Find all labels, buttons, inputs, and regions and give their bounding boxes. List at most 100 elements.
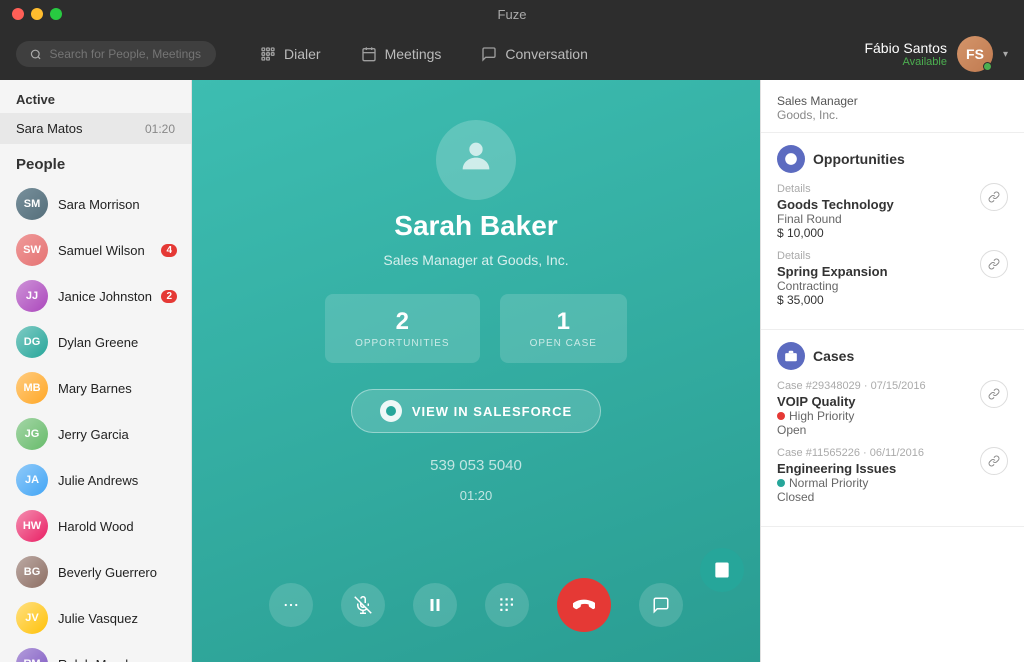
active-call-item[interactable]: Sara Matos 01:20 [0,113,191,144]
person-name: Beverly Guerrero [58,565,157,580]
opportunity-label: Details [777,183,1008,195]
user-area: Fábio Santos Available FS ▾ [864,36,1008,72]
person-item[interactable]: JJ Janice Johnston 2 [0,273,191,319]
nav-bar: Dialer Meetings Conversation Fábio Santo… [0,28,1024,80]
active-call-name: Sara Matos [16,121,82,136]
active-call-time: 01:20 [145,122,175,136]
chat-button[interactable] [639,583,683,627]
opportunities-section-header: Opportunities [777,145,1008,173]
person-item[interactable]: SW Samuel Wilson 4 [0,227,191,273]
person-item[interactable]: BG Beverly Guerrero [0,549,191,595]
opportunity-stage: Final Round [777,212,1008,226]
person-item[interactable]: DG Dylan Greene [0,319,191,365]
opportunities-section: Opportunities Details Goods Technology F… [761,133,1024,330]
call-controls [212,578,740,642]
person-avatar: JG [16,418,48,450]
case-id: Case #29348029 · 07/15/2016 [777,380,1008,392]
user-avatar-container[interactable]: FS [957,36,993,72]
call-timer: 01:20 [460,488,493,503]
case-link-button[interactable] [980,447,1008,475]
opportunity-value: $ 35,000 [777,293,1008,307]
priority-dot [777,412,785,420]
call-contact-name: Sarah Baker [394,210,557,242]
dialer-icon [260,46,276,62]
opportunities-title: Opportunities [813,151,905,167]
person-avatar: JA [16,464,48,496]
end-call-button[interactable] [557,578,611,632]
call-contact-info: Sarah Baker Sales Manager at Goods, Inc.… [325,120,627,503]
case-link-button[interactable] [980,380,1008,408]
cases-title: Cases [813,348,854,364]
close-button[interactable] [12,8,24,20]
person-name: Mary Barnes [58,381,132,396]
person-item[interactable]: JG Jerry Garcia [0,411,191,457]
case-name: VOIP Quality [777,394,1008,409]
open-case-label: OPEN CASE [530,338,597,349]
cases-list: Case #29348029 · 07/15/2016 VOIP Quality… [777,380,1008,504]
more-options-button[interactable] [269,583,313,627]
person-item[interactable]: MB Mary Barnes [0,365,191,411]
person-name: Samuel Wilson [58,243,145,258]
conversation-label: Conversation [505,46,588,62]
mute-button[interactable] [341,583,385,627]
person-item[interactable]: JV Julie Vasquez [0,595,191,641]
opportunity-label: Details [777,250,1008,262]
person-item[interactable]: SM Sara Morrison [0,181,191,227]
nav-items: Dialer Meetings Conversation [240,38,864,70]
right-panel: Sales Manager Goods, Inc. Opportunities … [760,80,1024,662]
maximize-button[interactable] [50,8,62,20]
case-priority: Normal Priority [777,476,1008,490]
active-section-title: Active [0,80,191,113]
dialer-nav-item[interactable]: Dialer [240,38,341,70]
keypad-button[interactable] [485,583,529,627]
opportunity-value: $ 10,000 [777,226,1008,240]
case-name: Engineering Issues [777,461,1008,476]
app-title: Fuze [498,7,527,22]
sidebar: Active Sara Matos 01:20 People SM Sara M… [0,80,192,662]
search-input[interactable] [50,47,202,61]
person-item[interactable]: JA Julie Andrews [0,457,191,503]
person-avatar: BG [16,556,48,588]
person-avatar: HW [16,510,48,542]
person-name: Harold Wood [58,519,134,534]
call-avatar-circle [436,120,516,200]
user-status: Available [864,56,947,68]
search-box[interactable] [16,41,216,67]
priority-dot [777,479,785,487]
call-contact-title: Sales Manager at Goods, Inc. [383,252,568,268]
person-avatar: DG [16,326,48,358]
case-status: Closed [777,490,1008,504]
hold-button[interactable] [413,583,457,627]
opportunity-link-button[interactable] [980,183,1008,211]
opportunities-label: OPPORTUNITIES [355,338,450,349]
opportunity-stage: Contracting [777,279,1008,293]
view-in-salesforce-button[interactable]: VIEW IN SALESFORCE [351,389,601,433]
meetings-label: Meetings [385,46,442,62]
person-name: Julie Andrews [58,473,138,488]
chevron-down-icon[interactable]: ▾ [1003,49,1008,60]
person-item[interactable]: RM Ralph Murphy [0,641,191,662]
person-item[interactable]: HW Harold Wood [0,503,191,549]
person-silhouette-icon [456,136,496,185]
opportunity-item: Details Spring Expansion Contracting $ 3… [777,250,1008,307]
cases-icon [777,342,805,370]
conversation-nav-item[interactable]: Conversation [461,38,608,70]
people-section-title: People [0,144,191,181]
main-area: Active Sara Matos 01:20 People SM Sara M… [0,80,1024,662]
window-controls[interactable] [12,8,62,20]
person-avatar: JJ [16,280,48,312]
opportunity-name: Goods Technology [777,197,1008,212]
badge: 4 [161,244,177,257]
case-priority: High Priority [777,409,1008,423]
minimize-button[interactable] [31,8,43,20]
contact-detail-button[interactable] [700,548,744,592]
person-name: Julie Vasquez [58,611,138,626]
opportunity-link-button[interactable] [980,250,1008,278]
meetings-nav-item[interactable]: Meetings [341,38,462,70]
badge: 2 [161,290,177,303]
rp-contact-header: Sales Manager Goods, Inc. [761,80,1024,133]
rp-contact-company: Goods, Inc. [777,108,1008,122]
person-avatar: RM [16,648,48,662]
person-avatar: MB [16,372,48,404]
dialer-label: Dialer [284,46,321,62]
